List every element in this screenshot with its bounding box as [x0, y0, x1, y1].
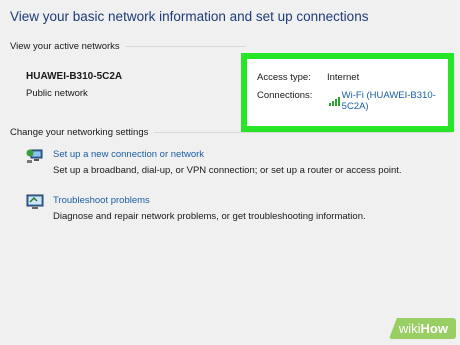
- setup-connection-description: Set up a broadband, dial-up, or VPN conn…: [53, 165, 402, 176]
- access-type-label: Access type:: [257, 72, 311, 83]
- wifi-connection-link[interactable]: Wi-Fi (HUAWEI-B310-5C2A): [329, 90, 448, 112]
- wifi-signal-icon: [329, 96, 340, 106]
- access-type-value: Internet: [327, 72, 360, 83]
- active-networks-header-label: View your active networks: [10, 41, 120, 52]
- troubleshoot-link[interactable]: Troubleshoot problems: [53, 195, 150, 206]
- troubleshoot-icon: [26, 194, 44, 209]
- page-title: View your basic network information and …: [10, 9, 369, 24]
- troubleshoot-description: Diagnose and repair network problems, or…: [53, 211, 366, 222]
- network-details-panel: Access type: Internet Connections: Wi-Fi…: [241, 53, 454, 132]
- change-settings-header-label: Change your networking settings: [10, 127, 149, 138]
- wifi-connection-label[interactable]: Wi-Fi (HUAWEI-B310-5C2A): [342, 90, 448, 112]
- active-networks-header: View your active networks: [10, 41, 246, 52]
- connections-label: Connections:: [257, 90, 313, 101]
- setup-connection-link[interactable]: Set up a new connection or network: [53, 149, 204, 160]
- network-name: HUAWEI-B310-5C2A: [26, 71, 123, 82]
- network-setup-icon: [26, 148, 44, 163]
- change-settings-header: Change your networking settings: [10, 127, 452, 138]
- wikihow-watermark: wiki How: [388, 318, 456, 339]
- watermark-how: How: [420, 321, 448, 336]
- watermark-wiki: wiki: [398, 321, 421, 336]
- divider: [125, 46, 246, 47]
- network-type: Public network: [26, 88, 88, 99]
- divider: [154, 132, 452, 133]
